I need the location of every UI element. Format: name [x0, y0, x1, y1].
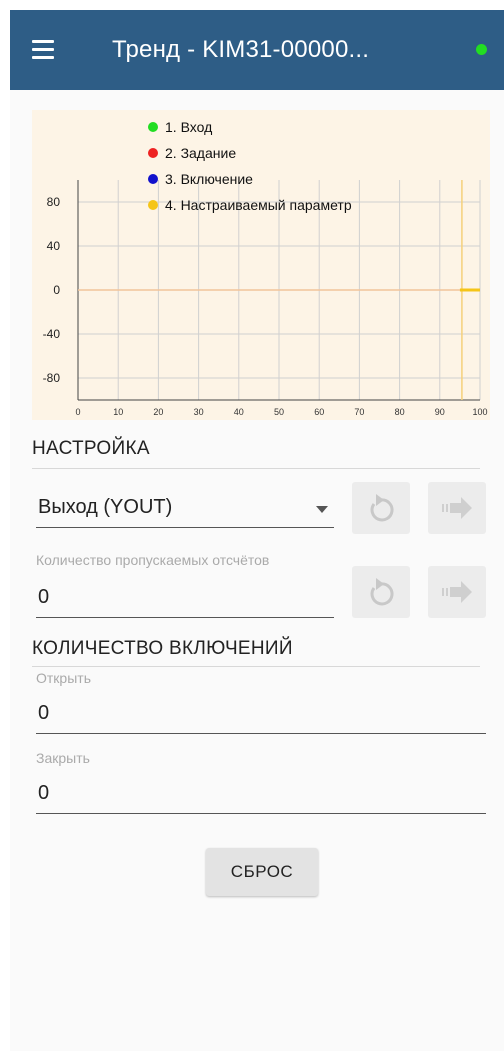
legend-label-2: 2. Задание: [165, 145, 236, 161]
reset-skip-count-button[interactable]: [352, 566, 410, 618]
setup-section-title: НАСТРОЙКА: [32, 438, 150, 459]
undo-icon: [370, 578, 394, 606]
page-title: Тренд - KIM31-00000...: [112, 36, 370, 63]
legend-marker-2: [148, 148, 158, 158]
arrow-right-icon: [442, 581, 472, 603]
x-tick-label: 90: [435, 407, 445, 417]
section-divider: [32, 666, 480, 667]
y-tick-label: -80: [43, 371, 61, 385]
reset-output-button[interactable]: [352, 482, 410, 534]
app-bar: Тренд - KIM31-00000...: [10, 10, 504, 90]
reset-button[interactable]: СБРОС: [206, 848, 318, 896]
output-select[interactable]: Выход (YOUT): [36, 492, 334, 528]
open-count-value: 0: [38, 702, 50, 724]
y-tick-label: -40: [43, 327, 61, 341]
legend-marker-3: [148, 174, 158, 184]
legend-label-1: 1. Вход: [165, 119, 212, 135]
y-tick-label: 40: [47, 239, 61, 253]
x-tick-label: 80: [395, 407, 405, 417]
open-count-label: Открыть: [36, 670, 91, 686]
close-count-value: 0: [38, 782, 50, 804]
undo-icon: [370, 494, 394, 522]
x-tick-label: 20: [153, 407, 163, 417]
apply-output-button[interactable]: [428, 482, 486, 534]
skip-count-label: Количество пропускаемых отсчётов: [36, 552, 270, 568]
legend-marker-4: [148, 200, 158, 210]
close-count-label: Закрыть: [36, 750, 90, 766]
x-tick-label: 60: [314, 407, 324, 417]
apply-skip-count-button[interactable]: [428, 566, 486, 618]
connection-status-indicator: [476, 44, 487, 55]
x-tick-label: 70: [354, 407, 364, 417]
x-tick-label: 100: [472, 407, 487, 417]
trend-chart-svg: 0 10 20 30 40 50 60 70 80 90 100 80 40 0 -40 -80 1. Вход…: [43, 119, 488, 417]
skip-count-value: 0: [38, 586, 50, 608]
output-select-value: Выход (YOUT): [38, 496, 173, 518]
switching-section-title: КОЛИЧЕСТВО ВКЛЮЧЕНИЙ: [32, 638, 293, 659]
legend-label-3: 3. Включение: [165, 171, 253, 187]
close-count-input[interactable]: 0: [36, 778, 486, 814]
dropdown-arrow-icon: [316, 506, 328, 513]
trend-chart: 0 10 20 30 40 50 60 70 80 90 100 80 40 0 -40 -80 1. Вход…: [32, 110, 490, 420]
hamburger-menu-icon[interactable]: [32, 40, 54, 60]
x-tick-label: 10: [113, 407, 123, 417]
section-divider: [32, 468, 480, 469]
x-tick-label: 0: [75, 407, 80, 417]
x-tick-label: 50: [274, 407, 284, 417]
x-tick-label: 40: [234, 407, 244, 417]
open-count-input[interactable]: 0: [36, 698, 486, 734]
legend-label-4: 4. Настраиваемый параметр: [165, 197, 352, 213]
x-tick-label: 30: [194, 407, 204, 417]
skip-count-input[interactable]: 0: [36, 582, 334, 618]
y-tick-label: 0: [53, 283, 60, 297]
arrow-right-icon: [442, 497, 472, 519]
legend-marker-1: [148, 122, 158, 132]
app-screen: Тренд - KIM31-00000... 0 10 20 30 40 50 60 70 80…: [10, 10, 504, 1051]
y-tick-label: 80: [47, 195, 61, 209]
